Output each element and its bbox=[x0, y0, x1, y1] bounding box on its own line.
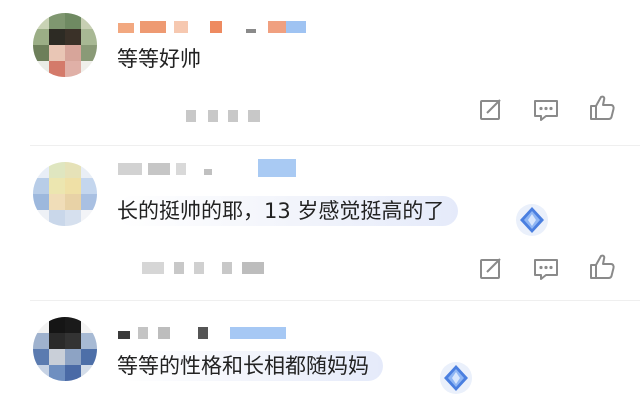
diamond-badge-icon bbox=[516, 204, 548, 236]
edit-icon[interactable] bbox=[476, 95, 506, 125]
comment-item: 长的挺帅的耶，13 岁感觉挺高的了 bbox=[0, 150, 640, 300]
username-blurred[interactable] bbox=[118, 21, 306, 33]
diamond-badge-icon bbox=[440, 362, 472, 394]
avatar[interactable] bbox=[33, 162, 97, 226]
avatar[interactable] bbox=[33, 317, 97, 381]
reply-icon[interactable] bbox=[531, 95, 561, 125]
comment-divider bbox=[30, 145, 640, 146]
comment-divider bbox=[30, 300, 640, 301]
comment-text: 等等好帅 bbox=[117, 47, 201, 71]
comment-text: 等等的性格和长相都随妈妈 bbox=[117, 351, 383, 381]
username-blurred[interactable] bbox=[118, 159, 296, 177]
reply-icon[interactable] bbox=[531, 254, 561, 284]
comment-item: 等等好帅 bbox=[0, 0, 640, 140]
like-icon[interactable] bbox=[587, 93, 617, 123]
comment-meta-blurred bbox=[142, 262, 264, 274]
comment-text: 长的挺帅的耶，13 岁感觉挺高的了 bbox=[117, 196, 459, 226]
comment-item: 等等的性格和长相都随妈妈 bbox=[0, 305, 640, 407]
avatar[interactable] bbox=[33, 13, 97, 77]
like-icon[interactable] bbox=[587, 252, 617, 282]
edit-icon[interactable] bbox=[476, 254, 506, 284]
username-blurred[interactable] bbox=[118, 327, 286, 339]
comment-meta-blurred bbox=[186, 110, 260, 122]
